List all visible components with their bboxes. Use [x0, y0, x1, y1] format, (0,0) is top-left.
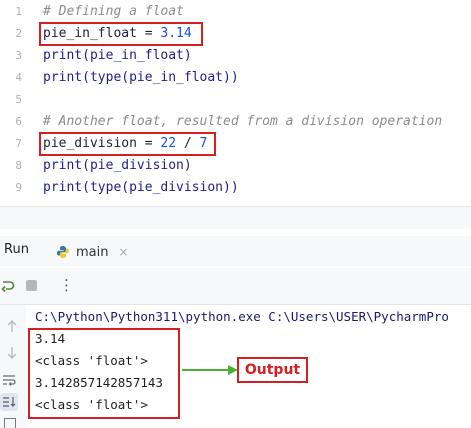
line-number: 9	[15, 181, 22, 194]
highlight-box-division-assignment	[39, 132, 216, 156]
panel-divider[interactable]	[0, 206, 471, 229]
line-number-gutter: 1 2 3 4 5 6 7 8 9	[0, 0, 28, 206]
run-tool-window-header: Run main ×	[0, 236, 471, 266]
code-line-print-type: print(type(pie_in_float))	[43, 70, 239, 85]
stop-icon[interactable]	[26, 280, 37, 291]
console-side-toolbar	[0, 305, 26, 428]
line-number: 8	[15, 159, 22, 172]
line-number: 1	[15, 5, 22, 18]
tab-main[interactable]: main ×	[56, 241, 129, 263]
code-comment: # Defining a float	[43, 4, 184, 19]
line-number: 4	[15, 71, 22, 84]
arrow-up-icon[interactable]	[6, 318, 18, 332]
line-number: 2	[15, 27, 22, 40]
code-comment: # Another float, resulted from a divisio…	[43, 114, 443, 129]
highlight-box-output	[28, 328, 180, 419]
run-toolbar: ⋮	[0, 268, 471, 305]
rerun-icon[interactable]	[0, 278, 16, 294]
annotation-arrow-line	[182, 369, 228, 371]
line-number: 6	[15, 115, 22, 128]
code-line-print: print(pie_in_float)	[43, 48, 192, 63]
line-number: 3	[15, 49, 22, 62]
code-line-print-type: print(type(pie_division))	[43, 180, 239, 195]
run-panel-title: Run	[4, 242, 29, 257]
tab-main-label: main	[76, 244, 109, 260]
arrow-down-icon[interactable]	[6, 345, 18, 359]
highlight-box-float-assignment	[39, 22, 203, 46]
scroll-to-end-icon[interactable]	[0, 393, 18, 411]
close-icon[interactable]: ×	[118, 245, 128, 259]
code-editor[interactable]: 1 2 3 4 5 6 7 8 9 # Defining a float pie…	[0, 0, 471, 206]
output-annotation-label: Output	[237, 357, 308, 383]
print-icon[interactable]	[4, 418, 16, 428]
line-number: 5	[15, 93, 22, 106]
line-number: 7	[15, 137, 22, 150]
more-options-icon[interactable]: ⋮	[59, 276, 74, 294]
python-icon	[56, 245, 70, 259]
code-line-print: print(pie_division)	[43, 158, 192, 173]
soft-wrap-icon[interactable]	[2, 372, 18, 386]
console-command-line: C:\Python\Python311\python.exe C:\Users\…	[35, 309, 449, 324]
